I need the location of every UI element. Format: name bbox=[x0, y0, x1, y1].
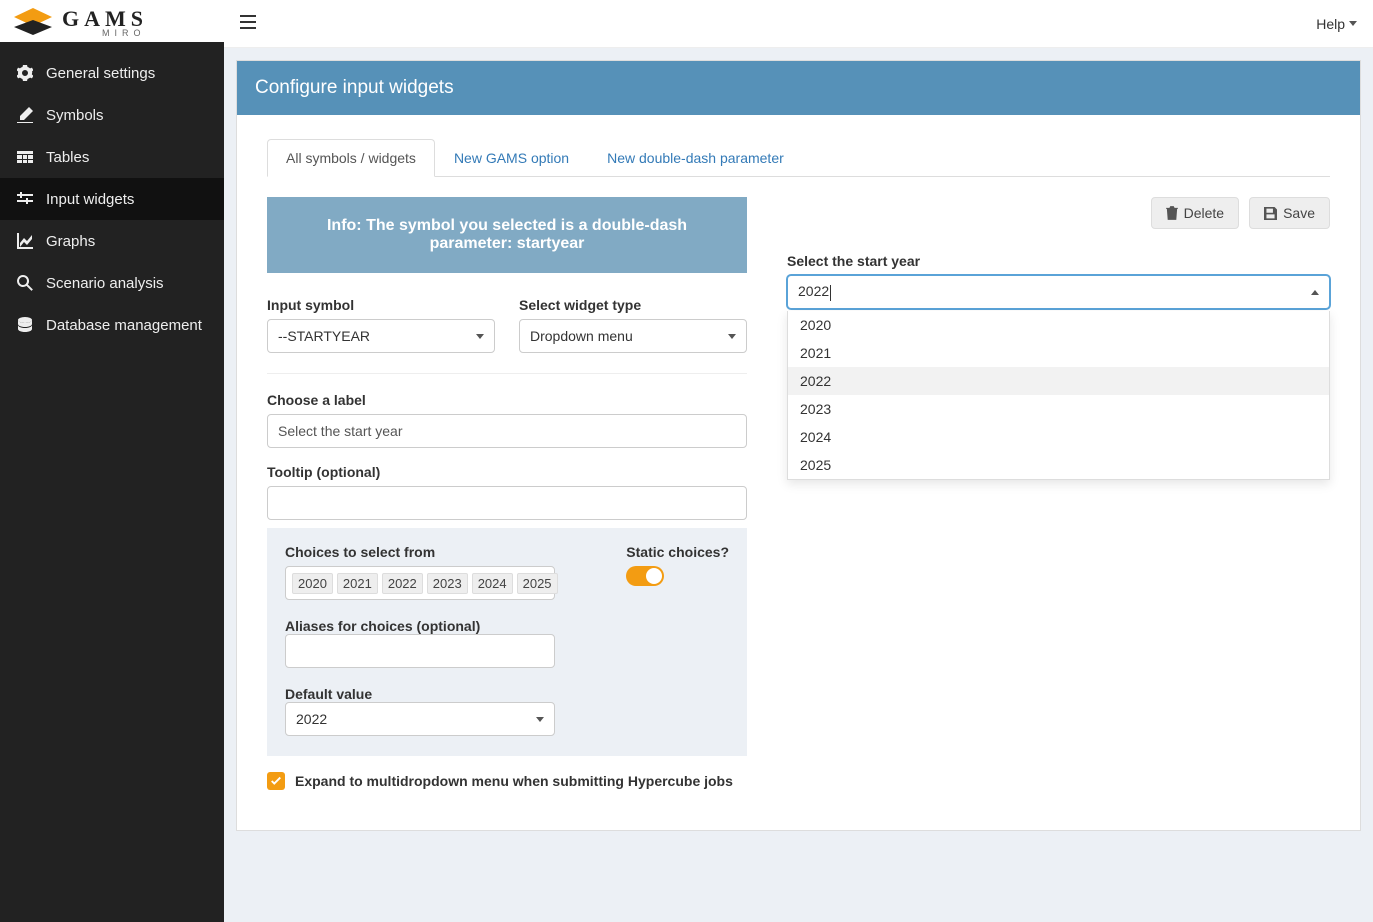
choice-chip[interactable]: 2025 bbox=[517, 573, 558, 594]
start-year-input[interactable]: 2022 bbox=[787, 275, 1330, 309]
choice-chip[interactable]: 2022 bbox=[382, 573, 423, 594]
expand-multidropdown-checkbox[interactable] bbox=[267, 772, 285, 790]
default-value-select[interactable]: 2022 bbox=[285, 702, 555, 736]
panel: Configure input widgets All symbols / wi… bbox=[236, 60, 1361, 831]
caret-down-icon bbox=[536, 717, 544, 722]
info-box: Info: The symbol you selected is a doubl… bbox=[267, 197, 747, 273]
aliases-label: Aliases for choices (optional) bbox=[285, 618, 480, 634]
sidebar-item-database-management[interactable]: Database management bbox=[0, 304, 224, 346]
trash-icon bbox=[1166, 206, 1178, 220]
start-year-value: 2022 bbox=[798, 283, 831, 300]
widget-type-label: Select widget type bbox=[519, 297, 747, 313]
widget-type-select[interactable]: Dropdown menu bbox=[519, 319, 747, 353]
sidebar-item-scenario-analysis[interactable]: Scenario analysis bbox=[0, 262, 224, 304]
check-icon bbox=[270, 775, 282, 787]
choice-chip[interactable]: 2020 bbox=[292, 573, 333, 594]
logo-sub: MIRO bbox=[102, 28, 148, 38]
dropdown-option[interactable]: 2021 bbox=[788, 339, 1329, 367]
choose-label-label: Choose a label bbox=[267, 392, 747, 408]
dropdown-option[interactable]: 2022 bbox=[788, 367, 1329, 395]
dropdown-option[interactable]: 2023 bbox=[788, 395, 1329, 423]
panel-title: Configure input widgets bbox=[237, 61, 1360, 115]
default-value-label: Default value bbox=[285, 686, 372, 702]
nav: General settings Symbols Tables Input wi… bbox=[0, 42, 224, 346]
nav-label: Graphs bbox=[46, 233, 95, 250]
help-label: Help bbox=[1316, 16, 1345, 32]
caret-up-icon bbox=[1311, 290, 1319, 295]
sidebar: GAMS MIRO General settings Symbols Table… bbox=[0, 0, 224, 922]
toggle-knob bbox=[646, 568, 662, 584]
save-label: Save bbox=[1283, 205, 1315, 221]
choices-label: Choices to select from bbox=[285, 544, 555, 560]
choice-chip[interactable]: 2021 bbox=[337, 573, 378, 594]
search-icon bbox=[16, 274, 34, 292]
database-icon bbox=[16, 316, 34, 334]
choose-label-field[interactable] bbox=[278, 423, 736, 439]
caret-down-icon bbox=[1349, 21, 1357, 26]
choices-input[interactable]: 2020 2021 2022 2023 2024 2025 bbox=[285, 566, 555, 600]
sidebar-item-general-settings[interactable]: General settings bbox=[0, 52, 224, 94]
nav-label: Scenario analysis bbox=[46, 275, 164, 292]
hamburger-button[interactable] bbox=[240, 15, 256, 32]
default-value: 2022 bbox=[296, 711, 327, 727]
input-symbol-select[interactable]: --STARTYEAR bbox=[267, 319, 495, 353]
preview-label: Select the start year bbox=[787, 253, 1330, 269]
table-icon bbox=[16, 148, 34, 166]
dropdown-option[interactable]: 2020 bbox=[788, 311, 1329, 339]
sliders-icon bbox=[16, 190, 34, 208]
logo-icon bbox=[12, 8, 54, 36]
nav-label: General settings bbox=[46, 65, 155, 82]
topbar: Help bbox=[224, 0, 1373, 48]
static-choices-toggle[interactable] bbox=[626, 566, 664, 586]
tooltip-field[interactable] bbox=[278, 495, 736, 511]
edit-icon bbox=[16, 106, 34, 124]
tabs: All symbols / widgets New GAMS option Ne… bbox=[267, 139, 1330, 177]
dropdown-option[interactable]: 2025 bbox=[788, 451, 1329, 479]
choice-chip[interactable]: 2024 bbox=[472, 573, 513, 594]
nav-label: Input widgets bbox=[46, 191, 134, 208]
save-button[interactable]: Save bbox=[1249, 197, 1330, 229]
gear-icon bbox=[16, 64, 34, 82]
help-menu[interactable]: Help bbox=[1316, 16, 1357, 32]
nav-label: Tables bbox=[46, 149, 89, 166]
chart-icon bbox=[16, 232, 34, 250]
choices-panel: Choices to select from 2020 2021 2022 20… bbox=[267, 528, 747, 756]
static-choices-label: Static choices? bbox=[626, 544, 729, 560]
aliases-input[interactable] bbox=[285, 634, 555, 668]
dropdown-option[interactable]: 2024 bbox=[788, 423, 1329, 451]
tab-new-double-dash[interactable]: New double-dash parameter bbox=[588, 139, 803, 177]
start-year-combobox[interactable]: 2022 2020 2021 2022 2023 2024 bbox=[787, 275, 1330, 309]
caret-down-icon bbox=[728, 334, 736, 339]
input-symbol-value: --STARTYEAR bbox=[278, 328, 370, 344]
nav-label: Symbols bbox=[46, 107, 104, 124]
delete-button[interactable]: Delete bbox=[1151, 197, 1239, 229]
sidebar-item-symbols[interactable]: Symbols bbox=[0, 94, 224, 136]
expand-multidropdown-label: Expand to multidropdown menu when submit… bbox=[295, 773, 733, 789]
tab-all-symbols[interactable]: All symbols / widgets bbox=[267, 139, 435, 177]
input-symbol-label: Input symbol bbox=[267, 297, 495, 313]
save-icon bbox=[1264, 207, 1277, 220]
delete-label: Delete bbox=[1184, 205, 1224, 221]
tooltip-input[interactable] bbox=[267, 486, 747, 520]
sidebar-item-input-widgets[interactable]: Input widgets bbox=[0, 178, 224, 220]
tab-new-gams-option[interactable]: New GAMS option bbox=[435, 139, 588, 177]
logo: GAMS MIRO bbox=[0, 0, 224, 42]
choose-label-input[interactable] bbox=[267, 414, 747, 448]
start-year-dropdown: 2020 2021 2022 2023 2024 2025 bbox=[787, 311, 1330, 480]
nav-label: Database management bbox=[46, 317, 202, 334]
tooltip-label: Tooltip (optional) bbox=[267, 464, 747, 480]
hamburger-icon bbox=[240, 15, 256, 29]
sidebar-item-tables[interactable]: Tables bbox=[0, 136, 224, 178]
choice-chip[interactable]: 2023 bbox=[427, 573, 468, 594]
widget-type-value: Dropdown menu bbox=[530, 328, 633, 344]
sidebar-item-graphs[interactable]: Graphs bbox=[0, 220, 224, 262]
caret-down-icon bbox=[476, 334, 484, 339]
